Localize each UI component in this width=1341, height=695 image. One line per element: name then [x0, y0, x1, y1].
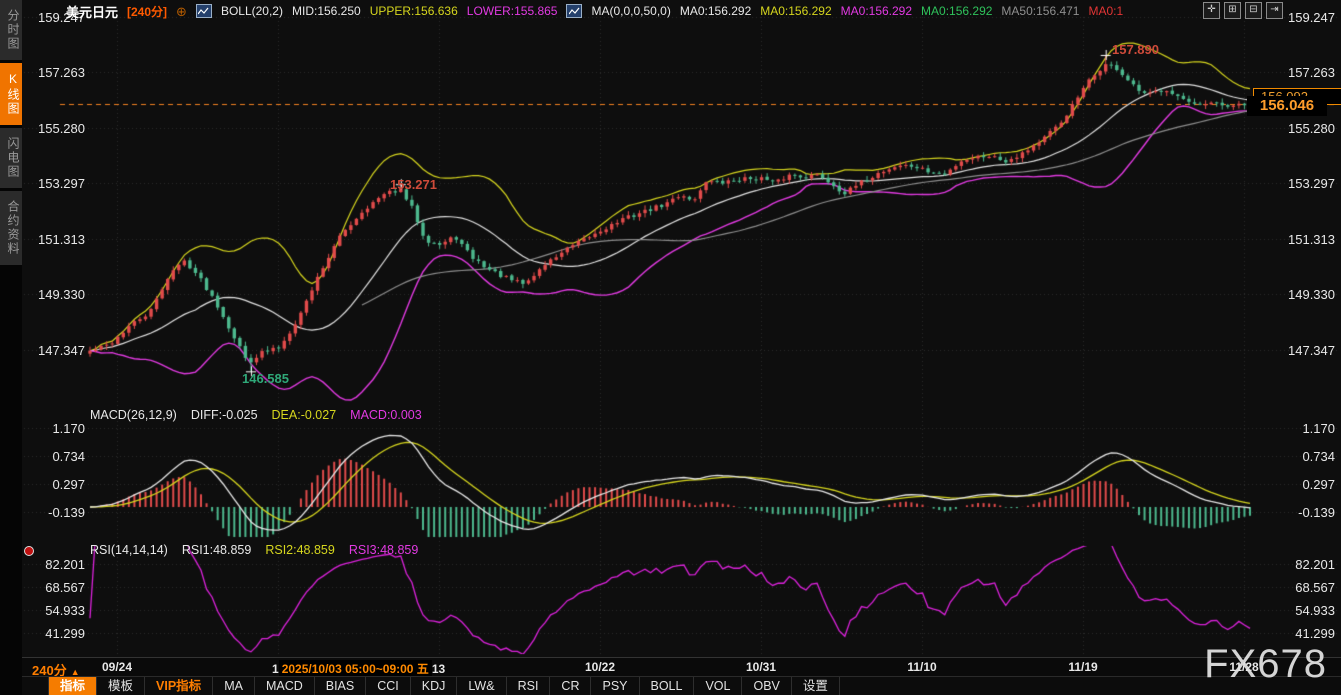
toolbar-tab-rsi[interactable]: RSI: [507, 677, 551, 695]
macd-dea-value: DEA:-0.027: [272, 408, 337, 422]
macd-axis-label: 0.734: [23, 449, 85, 464]
symbol-name: 美元日元: [66, 2, 118, 21]
ma-values: MA0:156.292 MA0:156.292 MA0:156.292 MA0:156…: [680, 4, 1132, 18]
rsi3-value: RSI3:48.859: [349, 543, 419, 557]
price-axis-label: 157.263: [23, 65, 85, 80]
sidebar-tab-tick-chart[interactable]: 闪电图: [0, 128, 22, 188]
toolbar-tab-cci[interactable]: CCI: [366, 677, 411, 695]
crosshair-date-range: 2025/10/03 05:00~09:00 五: [279, 660, 432, 677]
toolbar-tab-obv[interactable]: OBV: [742, 677, 791, 695]
rsi-params: RSI(14,14,14): [90, 543, 168, 557]
time-label: 10/31: [746, 660, 776, 674]
toolbar-tab-boll[interactable]: BOLL: [640, 677, 695, 695]
rsi-axis-label: 41.299: [23, 626, 85, 641]
toolbar-tab-bias[interactable]: BIAS: [315, 677, 367, 695]
toolbar-tab-settings[interactable]: 设置: [792, 677, 840, 695]
toolbar-tab-vol[interactable]: VOL: [694, 677, 742, 695]
pane-layout-right-icon[interactable]: ⊟: [1245, 2, 1262, 19]
macd-axis-label: 0.297: [1265, 477, 1335, 492]
rsi-panel-header: RSI(14,14,14) RSI1:48.859 RSI2:48.859 RS…: [90, 543, 418, 557]
toolbar-tab-indicator[interactable]: 指标: [48, 677, 97, 695]
period-label: [240分]: [127, 3, 167, 20]
sidebar: 分时图 K线图闪电图合约资料: [0, 0, 22, 695]
fx678-watermark: FX678: [1204, 642, 1327, 687]
toolbar-tab-template[interactable]: 模板: [97, 677, 145, 695]
price-axis-label: 151.313: [23, 232, 85, 247]
high-price-annotation: 157.890: [1112, 42, 1159, 57]
toolbar-tab-macd[interactable]: MACD: [255, 677, 315, 695]
rsi-panel-bullet-icon[interactable]: [24, 546, 34, 556]
rsi1-value: RSI1:48.859: [182, 543, 252, 557]
rsi-axis-label: 54.933: [23, 603, 85, 618]
price-axis-label: 149.330: [23, 287, 85, 302]
macd-axis-label: 0.734: [1265, 449, 1335, 464]
macd-axis-label: 1.170: [1265, 421, 1335, 436]
sidebar-tab-contract-info[interactable]: 合约资料: [0, 191, 22, 265]
boll-label: BOLL(20,2): [221, 4, 283, 18]
macd-panel-header: MACD(26,12,9) DIFF:-0.025 DEA:-0.027 MAC…: [90, 408, 422, 422]
rsi-axis-label: 41.299: [1265, 626, 1335, 641]
macd-axis-label: 1.170: [23, 421, 85, 436]
ma0-yellow: MA0:156.292: [760, 4, 831, 18]
toolbar-tab-kdj[interactable]: KDJ: [411, 677, 458, 695]
ma-label: MA(0,0,0,50,0): [591, 4, 670, 18]
ma0-red: MA0:1: [1088, 4, 1123, 18]
ma0-magenta: MA0:156.292: [841, 4, 912, 18]
toolbar-tab-psy[interactable]: PSY: [591, 677, 639, 695]
price-axis-label: 153.297: [1265, 176, 1335, 191]
price-axis-label: 157.263: [1265, 65, 1335, 80]
ma0-green: MA0:156.292: [921, 4, 992, 18]
macd-axis-label: -0.139: [1265, 505, 1335, 520]
add-indicator-icon[interactable]: ⊕: [176, 5, 187, 18]
ma-indicator-icon[interactable]: [566, 4, 582, 18]
price-axis-label: 151.313: [1265, 232, 1335, 247]
indicator-toolbar: 指标模板VIP指标MAMACDBIASCCIKDJLW&RSICRPSYBOLL…: [22, 676, 1341, 695]
sidebar-tab-time-chart[interactable]: 分时图: [0, 0, 22, 60]
chart-canvas[interactable]: [0, 0, 1341, 695]
low-price-annotation: 146.585: [242, 371, 289, 386]
macd-macd-value: MACD:0.003: [350, 408, 422, 422]
boll-indicator-icon[interactable]: [196, 4, 212, 18]
price-axis-label: 149.330: [1265, 287, 1335, 302]
rsi-axis-label: 68.567: [1265, 580, 1335, 595]
rsi-axis-label: 54.933: [1265, 603, 1335, 618]
toolbar-tab-vip-indicator[interactable]: VIP指标: [145, 677, 213, 695]
time-label: 11/10: [907, 660, 936, 674]
price-axis-label: 153.297: [23, 176, 85, 191]
toolbar-tab-ma[interactable]: MA: [213, 677, 255, 695]
macd-axis-label: -0.139: [23, 505, 85, 520]
crosshair-date-tooltip: 1 2025/10/03 05:00~09:00 五 13: [272, 660, 445, 677]
boll-upper-value: UPPER:156.636: [370, 4, 458, 18]
boll-mid-value: MID:156.250: [292, 4, 361, 18]
rsi2-value: RSI2:48.859: [265, 543, 335, 557]
price-axis-label: 155.280: [23, 121, 85, 136]
time-axis: 240分▲ 09/24 10/22 10/31 11/10 11/19 11/2…: [22, 657, 1341, 677]
price-axis-label: 155.280: [1265, 121, 1335, 136]
time-label: 09/24: [102, 660, 132, 674]
ma0-white: MA0:156.292: [680, 4, 751, 18]
toolbar-tab-lwr[interactable]: LW&: [457, 677, 506, 695]
window-icons: ✛⊞⊟⇥: [1203, 2, 1283, 19]
toolbar-tab-cr[interactable]: CR: [550, 677, 591, 695]
price-axis-label: 147.347: [23, 343, 85, 358]
ma50-gray: MA50:156.471: [1001, 4, 1079, 18]
pane-export-icon[interactable]: ⇥: [1266, 2, 1283, 19]
rsi-axis-label: 82.201: [23, 557, 85, 572]
macd-diff-value: DIFF:-0.025: [191, 408, 258, 422]
time-label: 10/22: [585, 660, 615, 674]
trading-terminal: 分时图 K线图闪电图合约资料 美元日元 [240分] ⊕ BOLL(20,2) M…: [0, 0, 1341, 695]
macd-params: MACD(26,12,9): [90, 408, 177, 422]
chart-header: 美元日元 [240分] ⊕ BOLL(20,2) MID:156.250 UPP…: [66, 0, 1132, 22]
pan-icon[interactable]: ✛: [1203, 2, 1220, 19]
rsi-axis-label: 82.201: [1265, 557, 1335, 572]
boll-lower-value: LOWER:155.865: [467, 4, 558, 18]
macd-axis-label: 0.297: [23, 477, 85, 492]
pane-layout-left-icon[interactable]: ⊞: [1224, 2, 1241, 19]
price-axis-label: 147.347: [1265, 343, 1335, 358]
time-label: 11/19: [1068, 660, 1097, 674]
local-high-annotation: 153.271: [390, 177, 437, 192]
last-price-badge: 156.046: [1247, 96, 1327, 116]
sidebar-tab-kline-chart[interactable]: K线图: [0, 63, 22, 125]
rsi-axis-label: 68.567: [23, 580, 85, 595]
